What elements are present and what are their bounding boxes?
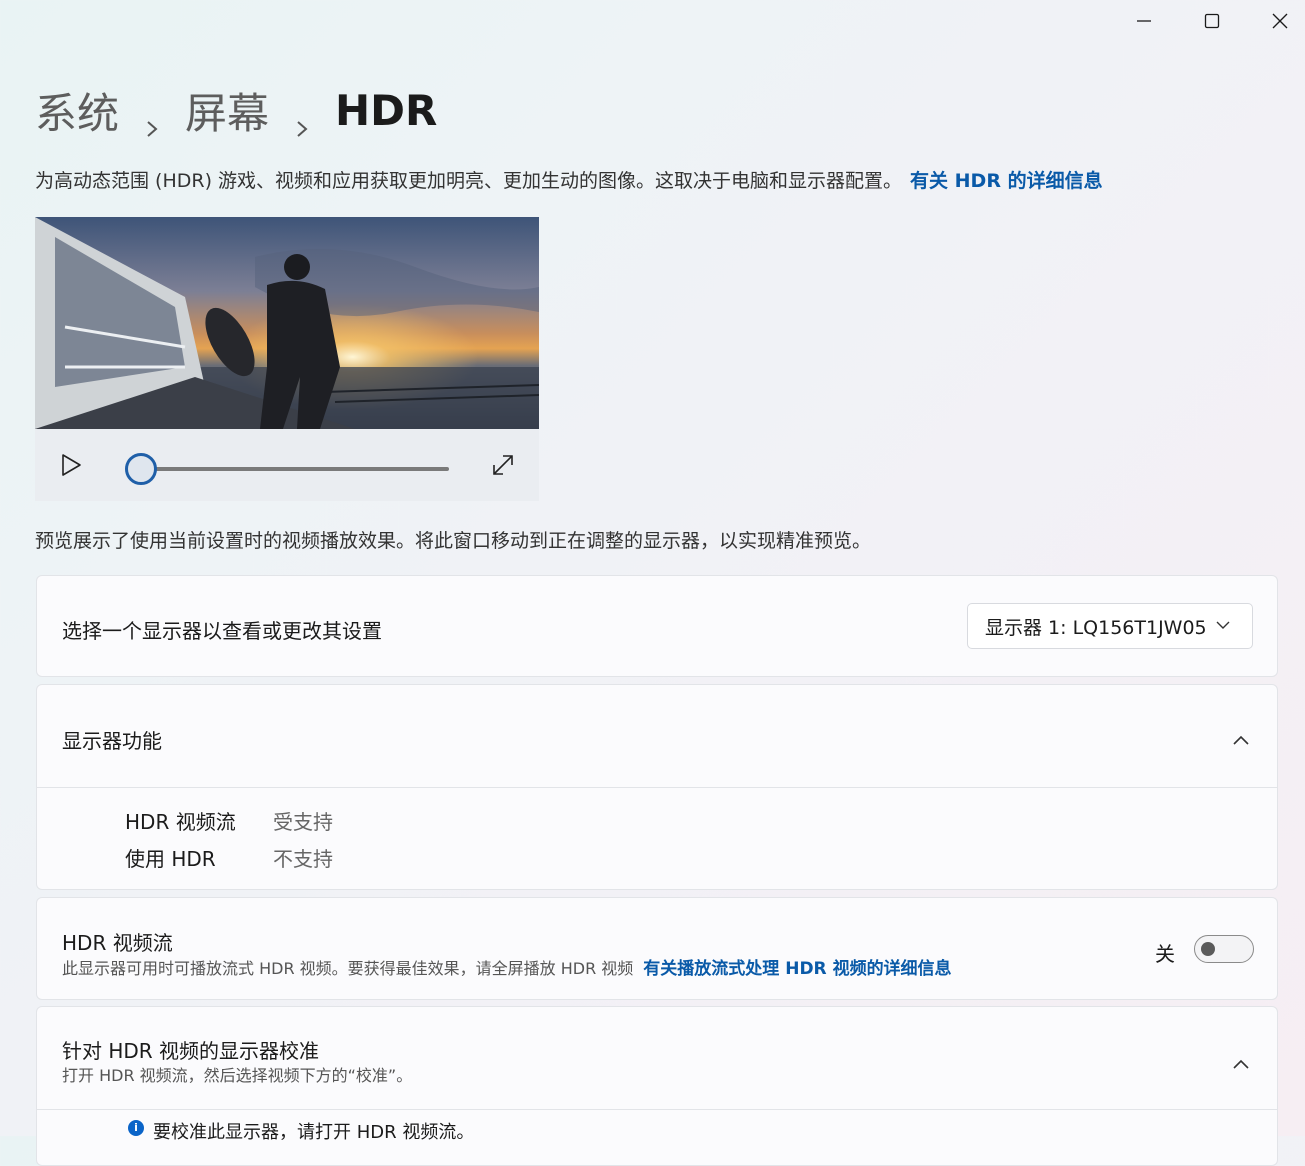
hdr-info-link[interactable]: 有关 HDR 的详细信息 — [910, 170, 1103, 192]
display-dropdown[interactable]: 显示器 1: LQ156T1JW05 — [967, 603, 1253, 649]
display-features-card: 显示器功能 HDR 视频流 受支持 使用 HDR 不支持 — [36, 684, 1278, 890]
description-text: 为高动态范围 (HDR) 游戏、视频和应用获取更加明亮、更加生动的图像。这取决于… — [35, 170, 903, 192]
calibration-subtitle: 打开 HDR 视频流，然后选择视频下方的“校准”。 — [62, 1066, 413, 1085]
feature-value: 受支持 — [273, 810, 333, 834]
collapse-button[interactable] — [1233, 730, 1249, 749]
minimize-icon — [1137, 20, 1151, 22]
hdr-streaming-link[interactable]: 有关播放流式处理 HDR 视频的详细信息 — [643, 959, 951, 979]
display-dropdown-value: 显示器 1: LQ156T1JW05 — [985, 616, 1207, 639]
video-controls — [35, 429, 539, 501]
maximize-icon — [1204, 13, 1220, 29]
video-preview — [35, 217, 539, 429]
chevron-right-icon — [295, 100, 309, 137]
divider — [37, 1109, 1277, 1110]
minimize-button[interactable] — [1110, 0, 1178, 42]
play-icon — [62, 454, 81, 476]
calibration-title: 针对 HDR 视频的显示器校准 — [62, 1039, 320, 1063]
hdr-streaming-card: HDR 视频流 此显示器可用时可播放流式 HDR 视频。要获得最佳效果，请全屏播… — [36, 897, 1278, 1000]
divider — [37, 787, 1277, 788]
collapse-button[interactable] — [1233, 1054, 1249, 1073]
hdr-streaming-title: HDR 视频流 — [62, 931, 173, 955]
breadcrumb-item-system[interactable]: 系统 — [35, 80, 119, 141]
feature-name: 使用 HDR — [125, 847, 216, 871]
breadcrumb-item-display[interactable]: 屏幕 — [185, 80, 269, 141]
display-features-title: 显示器功能 — [62, 729, 162, 753]
page-description: 为高动态范围 (HDR) 游戏、视频和应用获取更加明亮、更加生动的图像。这取决于… — [35, 166, 1103, 193]
preview-note: 预览展示了使用当前设置时的视频播放效果。将此窗口移动到正在调整的显示器，以实现精… — [35, 530, 872, 552]
hdr-streaming-description: 此显示器可用时可播放流式 HDR 视频。要获得最佳效果，请全屏播放 HDR 视频 — [62, 959, 634, 978]
page-title: HDR — [335, 85, 438, 135]
video-progress-thumb[interactable] — [125, 453, 157, 485]
breadcrumb: 系统 屏幕 HDR — [35, 82, 437, 138]
toggle-knob — [1201, 942, 1215, 956]
toggle-state-label: 关 — [1155, 942, 1175, 966]
fullscreen-button[interactable] — [491, 453, 515, 481]
close-button[interactable] — [1246, 0, 1305, 42]
close-icon — [1272, 13, 1288, 29]
chevron-down-icon — [1216, 621, 1230, 629]
display-select-label: 选择一个显示器以查看或更改其设置 — [62, 619, 382, 643]
display-select-card: 选择一个显示器以查看或更改其设置 显示器 1: LQ156T1JW05 — [36, 575, 1278, 677]
feature-name: HDR 视频流 — [125, 810, 236, 834]
calibration-card: 针对 HDR 视频的显示器校准 打开 HDR 视频流，然后选择视频下方的“校准”… — [36, 1006, 1278, 1166]
chevron-right-icon — [145, 100, 159, 137]
calibration-info: 要校准此显示器，请打开 HDR 视频流。 — [153, 1122, 475, 1143]
play-button[interactable] — [59, 453, 83, 481]
chevron-up-icon — [1233, 735, 1249, 745]
info-icon: i — [128, 1120, 144, 1136]
feature-value: 不支持 — [273, 847, 333, 871]
chevron-up-icon — [1233, 1059, 1249, 1069]
video-progress-track[interactable] — [143, 467, 449, 471]
maximize-button[interactable] — [1178, 0, 1246, 42]
hdr-streaming-toggle[interactable] — [1194, 935, 1254, 963]
fullscreen-icon — [493, 455, 513, 475]
video-frame-image — [35, 217, 539, 429]
hdr-streaming-subtitle: 此显示器可用时可播放流式 HDR 视频。要获得最佳效果，请全屏播放 HDR 视频… — [62, 954, 952, 979]
